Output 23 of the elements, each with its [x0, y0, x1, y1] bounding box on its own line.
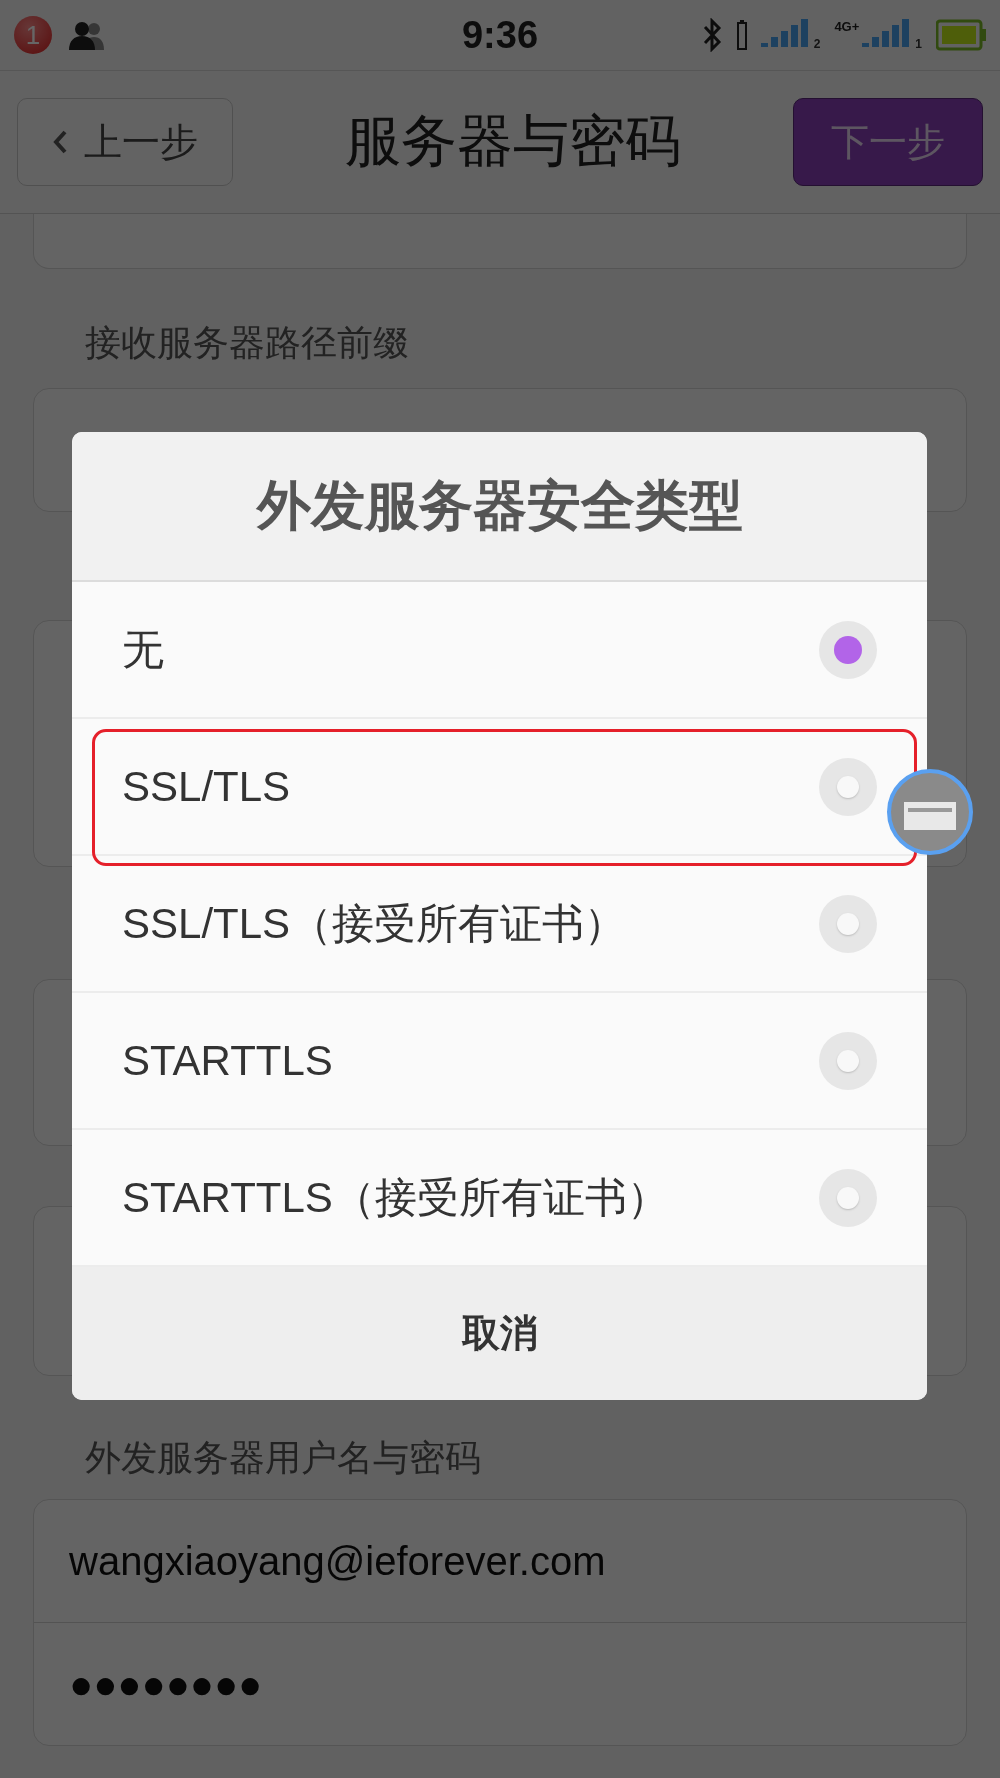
option-label: STARTTLS（接受所有证书） [122, 1172, 670, 1223]
sim-number: 2 [813, 37, 821, 51]
battery-icon [936, 19, 986, 51]
option-label: SSL/TLS [122, 762, 292, 811]
option-item[interactable]: SSL/TLS（接受所有证书） [72, 856, 927, 993]
option-label: SSL/TLS（接受所有证书） [122, 898, 628, 949]
clock-time: 9:36 [461, 13, 539, 57]
chevron-left-icon [52, 129, 68, 155]
bluetooth-icon [702, 18, 723, 52]
dialog-title: 外发服务器安全类型 [72, 432, 927, 582]
section-label: 接收服务器路径前缀 [84, 321, 410, 365]
option-item[interactable]: STARTTLS [72, 993, 927, 1130]
floating-ball-overlay[interactable] [886, 768, 974, 856]
option-label: STARTTLS [122, 1036, 334, 1085]
battery-small-icon [736, 20, 747, 50]
network-type: 4G+ [834, 19, 860, 34]
cancel-button[interactable]: 取消 [72, 1267, 927, 1400]
page-title: 服务器与密码 [344, 108, 682, 174]
option-item[interactable]: 无 [72, 582, 927, 719]
option-label: 无 [122, 624, 165, 675]
sim-number: 1 [915, 37, 922, 51]
section-label: 外发服务器用户名与密码 [84, 1436, 482, 1480]
notification-badge: 1 [14, 16, 52, 54]
